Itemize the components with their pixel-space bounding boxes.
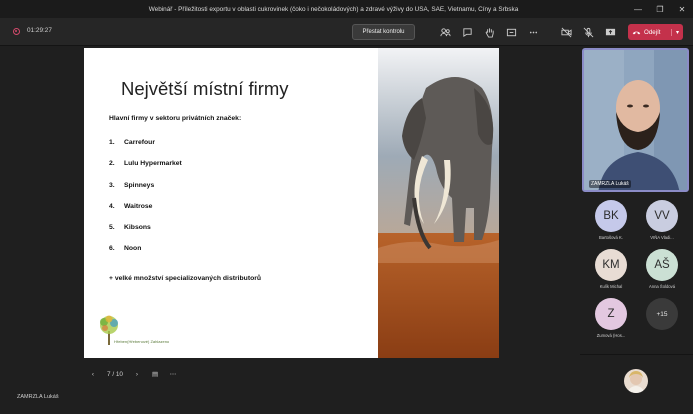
participant-tile[interactable]: KM Kulík Michal <box>586 249 636 295</box>
self-avatar[interactable] <box>624 369 648 393</box>
more-participants-count: +15 <box>646 298 678 330</box>
shared-content-stage: Největší místní firmy Hlavní firmy v sek… <box>0 46 580 414</box>
avatar: VV <box>646 200 678 232</box>
participant-tile[interactable]: Z Zumová (Hos... <box>586 298 636 344</box>
participant-name: Zumová (Hos... <box>596 333 626 338</box>
stop-presenting-button[interactable]: Přestat kontrolu <box>352 24 415 40</box>
more-slide-options-icon[interactable]: ⋯ <box>164 370 182 378</box>
more-options-icon[interactable] <box>525 24 541 40</box>
previous-slide-icon[interactable]: ‹ <box>84 371 102 378</box>
self-video-area <box>580 354 693 414</box>
list-item: 3. Spinneys <box>109 181 155 189</box>
list-item: 5. Kibsons <box>109 224 151 232</box>
close-icon[interactable]: ✕ <box>671 0 693 18</box>
sync-slides-icon[interactable]: ▤ <box>146 370 164 378</box>
chevron-down-icon[interactable]: ▾ <box>671 28 683 36</box>
elephant-image <box>378 48 499 358</box>
leave-button[interactable]: Odejít ▾ <box>628 24 683 40</box>
participant-tile[interactable]: VV VIŇA Vladi... <box>637 200 687 246</box>
avatar: AŠ <box>646 249 678 281</box>
slide-subtitle: Hlavní firmy v sektoru privátních značek… <box>109 115 242 122</box>
speaker-video <box>584 50 687 190</box>
presenter-name: ZAMRZLA Lukáš <box>17 394 59 400</box>
avatar: KM <box>595 249 627 281</box>
leave-label: Odejít <box>644 28 661 36</box>
chat-icon[interactable] <box>459 24 475 40</box>
slide-note: + velké množství specializovaných distri… <box>109 275 262 282</box>
participant-name: VIŇA Vladi... <box>650 235 674 240</box>
list-item: 1. Carrefour <box>109 139 155 146</box>
maximize-icon[interactable]: ❐ <box>649 0 671 18</box>
slide-title: Největší místní firmy <box>121 78 289 99</box>
participant-name: Bartošová K. <box>599 235 623 240</box>
more-participants-tile[interactable]: +15 <box>637 298 687 344</box>
share-screen-icon[interactable] <box>602 24 618 40</box>
participants-panel: ZAMRZLA Lukáš BK Bartošová K. VV VIŇA Vl… <box>580 46 693 414</box>
company-list: 1. Carrefour 2. Lulu Hypermarket 3. Spinney… <box>109 139 182 267</box>
people-icon[interactable] <box>437 24 453 40</box>
participant-name: Anna Šoldová <box>648 284 676 289</box>
presentation-slide: Největší místní firmy Hlavní firmy v sek… <box>84 48 499 358</box>
camera-off-icon[interactable] <box>558 24 574 40</box>
meeting-toolbar: 01:29:27 Přestat kontrolu Odejít ▾ <box>0 18 693 46</box>
next-slide-icon[interactable]: › <box>128 371 146 378</box>
minimize-icon[interactable]: — <box>627 0 649 18</box>
window-title: Webinář - Příležitosti exportu v oblasti… <box>148 5 519 13</box>
window-titlebar: Webinář - Příležitosti exportu v oblasti… <box>0 0 693 18</box>
list-item: 6. Noon <box>109 245 142 253</box>
raise-hand-icon[interactable] <box>481 24 497 40</box>
participant-tile[interactable]: BK Bartošová K. <box>586 200 636 246</box>
window-controls: — ❐ ✕ <box>627 0 693 18</box>
slide-navigation: ‹ 7 / 10 › ▤ ⋯ <box>84 366 182 382</box>
speaker-video-tile[interactable]: ZAMRZLA Lukáš <box>582 48 689 192</box>
slide-page-indicator: 7 / 10 <box>107 370 123 378</box>
recording-icon <box>13 28 20 35</box>
speaker-name-label: ZAMRZLA Lukáš <box>589 180 631 188</box>
meeting-timer: 01:29:27 <box>27 27 52 34</box>
phone-hangup-icon <box>628 28 644 37</box>
breakout-rooms-icon[interactable] <box>503 24 519 40</box>
list-item: 4. Waitrose <box>109 202 153 210</box>
participant-name: Kulík Michal <box>599 284 623 289</box>
participant-tile[interactable]: AŠ Anna Šoldová <box>637 249 687 295</box>
avatar: Z <box>595 298 627 330</box>
avatar: BK <box>595 200 627 232</box>
microphone-off-icon[interactable] <box>580 24 596 40</box>
list-item: 2. Lulu Hypermarket <box>109 160 182 168</box>
logo-text: Hřeben(Hřebenové) Zahlazeno <box>114 339 170 344</box>
